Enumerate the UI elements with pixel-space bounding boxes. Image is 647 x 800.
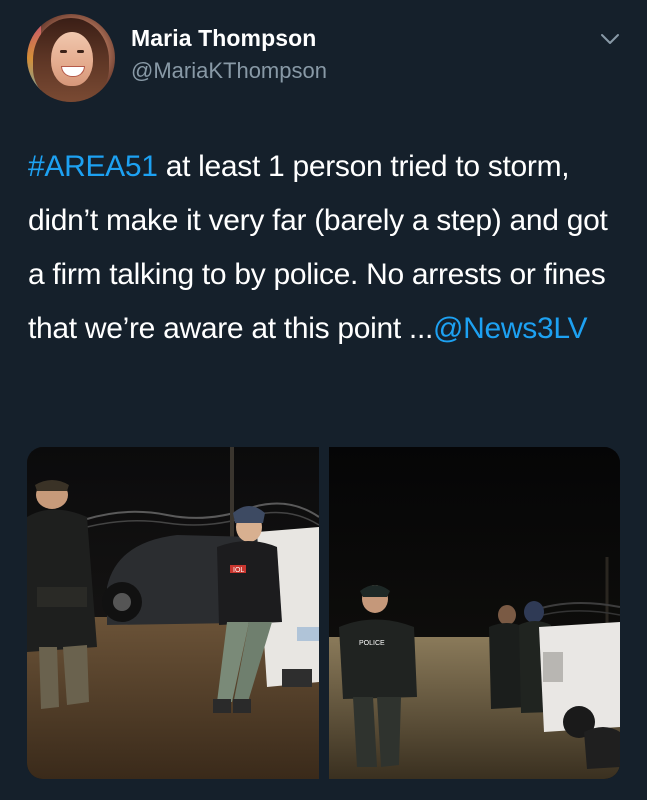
vest-text: POLICE: [359, 640, 385, 647]
more-options-button[interactable]: [599, 30, 621, 48]
avatar-eye-right: [77, 50, 84, 53]
photo-left[interactable]: IOL: [27, 447, 319, 779]
photo-left-image: IOL: [27, 447, 319, 779]
media-divider: [319, 447, 329, 779]
photo-right[interactable]: POLICE: [329, 447, 620, 779]
author-display-name[interactable]: Maria Thompson: [131, 25, 316, 52]
sweatshirt-text: IOL: [233, 567, 244, 574]
avatar-face: [51, 32, 93, 86]
media-grid: IOL POLICE: [27, 447, 620, 779]
hashtag-link[interactable]: #AREA51: [28, 150, 158, 183]
photo-right-image: POLICE: [329, 447, 620, 779]
tweet: Maria Thompson @MariaKThompson #AREA51 a…: [0, 0, 647, 800]
avatar[interactable]: [27, 14, 115, 102]
chevron-down-icon: [601, 34, 619, 44]
avatar-eye-left: [60, 50, 67, 53]
author-handle[interactable]: @MariaKThompson: [131, 58, 327, 84]
tweet-text: #AREA51 at least 1 person tried to storm…: [28, 140, 620, 356]
mention-link[interactable]: @News3LV: [433, 312, 588, 345]
